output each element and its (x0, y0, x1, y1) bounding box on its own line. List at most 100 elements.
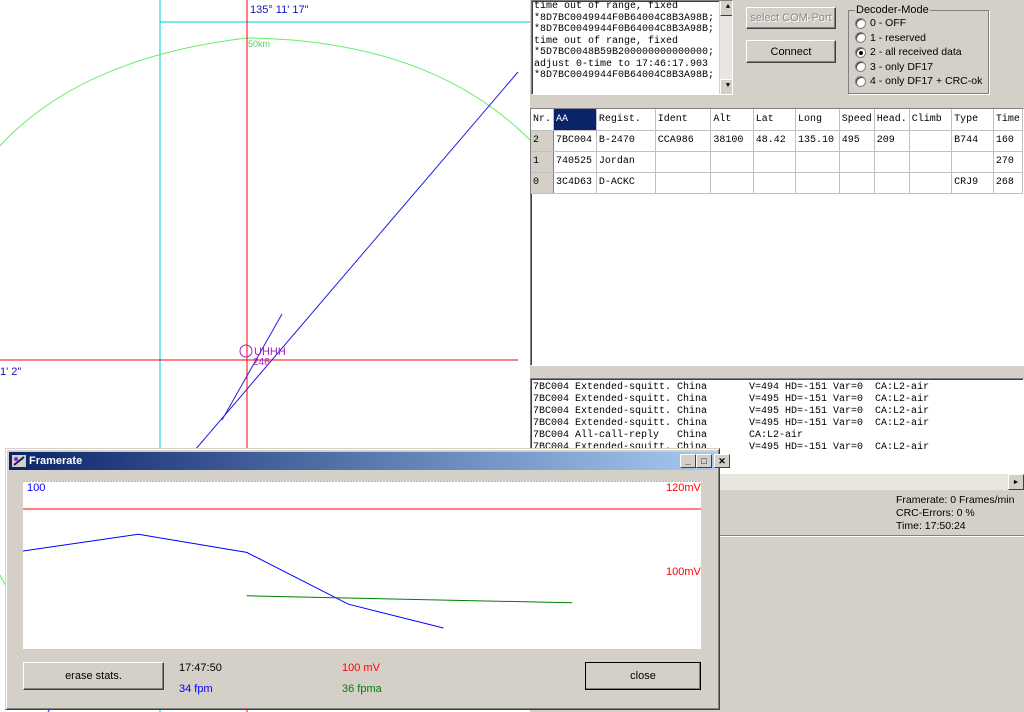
raw-log[interactable]: time out of range, fixed *8D7BC0049944F0… (531, 0, 733, 95)
message-line: 7BC004 All-call-reply China CA:L2-air (533, 430, 804, 441)
table-cell: 3C4D63 (553, 172, 597, 194)
table-cell (909, 172, 953, 194)
table-cell (839, 151, 875, 173)
table-cell (710, 151, 754, 173)
table-cell: 0 (531, 172, 555, 194)
radio-icon[interactable] (855, 75, 866, 87)
radio-icon[interactable] (855, 17, 866, 29)
table-cell: B-2470 (596, 130, 656, 152)
connect-button[interactable]: Connect (746, 40, 836, 63)
column-header[interactable]: Ident (655, 109, 712, 131)
radio-checked-icon[interactable] (855, 46, 866, 58)
column-header[interactable]: Climb (909, 109, 953, 131)
table-row[interactable]: 1 740525 Jordan 270 (531, 151, 1023, 173)
table-cell: 48.42 (753, 130, 797, 152)
select-com-port-button[interactable]: select COM-Port (746, 7, 836, 29)
column-header[interactable]: Regist. (596, 109, 656, 131)
table-cell: 740525 (553, 151, 597, 173)
table-cell (874, 172, 910, 194)
framerate-chart (23, 481, 701, 649)
column-header[interactable]: Nr. (531, 109, 555, 131)
table-cell (655, 172, 712, 194)
airport-sub-label: 246 (253, 357, 270, 368)
column-header[interactable]: Head. (874, 109, 910, 131)
status-divider (720, 535, 1024, 537)
table-cell: Jordan (596, 151, 656, 173)
table-cell: 1 (531, 151, 555, 173)
log-line: *8D7BC0049944F0B64004C8B3A98B; (534, 12, 715, 24)
log-line: *5D7BC0048B59B200000000000000; (534, 47, 715, 58)
scroll-right-arrow-icon[interactable]: ► (1008, 474, 1024, 490)
decoder-mode-legend: Decoder-Mode (856, 4, 929, 16)
decoder-mode-option-3[interactable]: 3 - only DF17 (855, 60, 982, 75)
message-line: 7BC004 Extended-squitt. China V=494 HD=-… (533, 382, 930, 393)
decoder-mode-option-4[interactable]: 4 - only DF17 + CRC-ok (855, 74, 982, 89)
minimize-icon[interactable]: _ (680, 454, 696, 468)
table-cell (753, 172, 797, 194)
column-header[interactable]: Type (951, 109, 994, 131)
column-header-selected[interactable]: AA (553, 109, 597, 131)
table-row[interactable]: 2 7BC004 B-2470 CCA986 38100 48.42 135.1… (531, 130, 1023, 152)
framerate-window[interactable]: Framerate _ □ ✕ 100 120mV 100mV erase st… (5, 448, 730, 710)
mv-value: 100 mV (342, 662, 380, 674)
fpm-value: 34 fpm (179, 683, 213, 695)
close-icon[interactable]: ✕ (714, 454, 730, 468)
table-cell (909, 130, 953, 152)
table-cell: B744 (951, 130, 994, 152)
maximize-icon[interactable]: □ (696, 454, 712, 468)
table-cell: 495 (839, 130, 875, 152)
table-cell: 270 (993, 151, 1023, 173)
radio-icon[interactable] (855, 32, 866, 44)
window-titlebar[interactable]: Framerate _ □ ✕ (9, 452, 730, 470)
column-header[interactable]: Time (993, 109, 1023, 131)
column-header[interactable]: Lat (753, 109, 797, 131)
log-line: time out of range, fixed (534, 35, 679, 47)
log-line: time out of range, fixed (534, 1, 679, 12)
radio-icon[interactable] (855, 61, 866, 73)
time-status: Time: 17:50:24 (896, 520, 966, 532)
scroll-up-arrow-icon[interactable]: ▲ (720, 1, 732, 16)
aircraft-table-container[interactable]: Nr. AA Regist. Ident Alt Lat Long Speed … (530, 108, 1024, 366)
table-cell: 135.10 (795, 130, 840, 152)
table-cell (909, 151, 953, 173)
chart-right-mid-label: 100mV (666, 566, 701, 578)
table-cell (655, 151, 712, 173)
framerate-time: 17:47:50 (179, 662, 222, 674)
table-cell: 38100 (710, 130, 754, 152)
aircraft-track (194, 71, 519, 451)
crc-errors-status: CRC-Errors: 0 % (896, 507, 975, 519)
log-line: *8D7BC0049944F0B64004C8B3A98B; (534, 24, 715, 35)
fpma-value: 36 fpma (342, 683, 382, 695)
airport-marker[interactable] (239, 344, 253, 358)
table-cell (795, 172, 840, 194)
scroll-down-arrow-icon[interactable]: ▼ (720, 79, 732, 94)
range-ring-label: 50km (248, 39, 271, 49)
column-header[interactable]: Long (795, 109, 840, 131)
decoder-mode-option-0[interactable]: 0 - OFF (855, 16, 982, 31)
table-cell: 7BC004 (553, 130, 597, 152)
longitude-label: 135° 11' 17" (250, 4, 309, 16)
aircraft-table[interactable]: Nr. AA Regist. Ident Alt Lat Long Speed … (531, 109, 1023, 194)
log-line: adjust 0-time to 17:46:17.903 (534, 58, 709, 70)
erase-stats-button[interactable]: erase stats. (23, 662, 164, 690)
table-cell: D-ACKC (596, 172, 656, 194)
table-cell: 2 (531, 130, 555, 152)
chart-background (23, 481, 701, 649)
column-header[interactable]: Alt (710, 109, 754, 131)
table-cell: 160 (993, 130, 1023, 152)
table-cell: 209 (874, 130, 910, 152)
close-button[interactable]: close (585, 662, 701, 690)
message-line: 7BC004 Extended-squitt. China V=495 HD=-… (533, 418, 930, 429)
framerate-status: Framerate: 0 Frames/min (896, 494, 1015, 506)
table-row[interactable]: 0 3C4D63 D-ACKC CRJ9 268 (531, 172, 1023, 194)
chart-right-max-label: 120mV (666, 482, 701, 494)
table-cell (710, 172, 754, 194)
message-line: 7BC004 Extended-squitt. China V=495 HD=-… (533, 394, 930, 405)
table-cell (795, 151, 840, 173)
decoder-mode-option-1[interactable]: 1 - reserved (855, 31, 982, 46)
log-scrollbar[interactable]: ▲ ▼ (719, 1, 732, 94)
decoder-mode-option-2[interactable]: 2 - all received data (855, 45, 982, 60)
table-cell (839, 172, 875, 194)
column-header[interactable]: Speed (839, 109, 875, 131)
range-ring (0, 37, 530, 147)
